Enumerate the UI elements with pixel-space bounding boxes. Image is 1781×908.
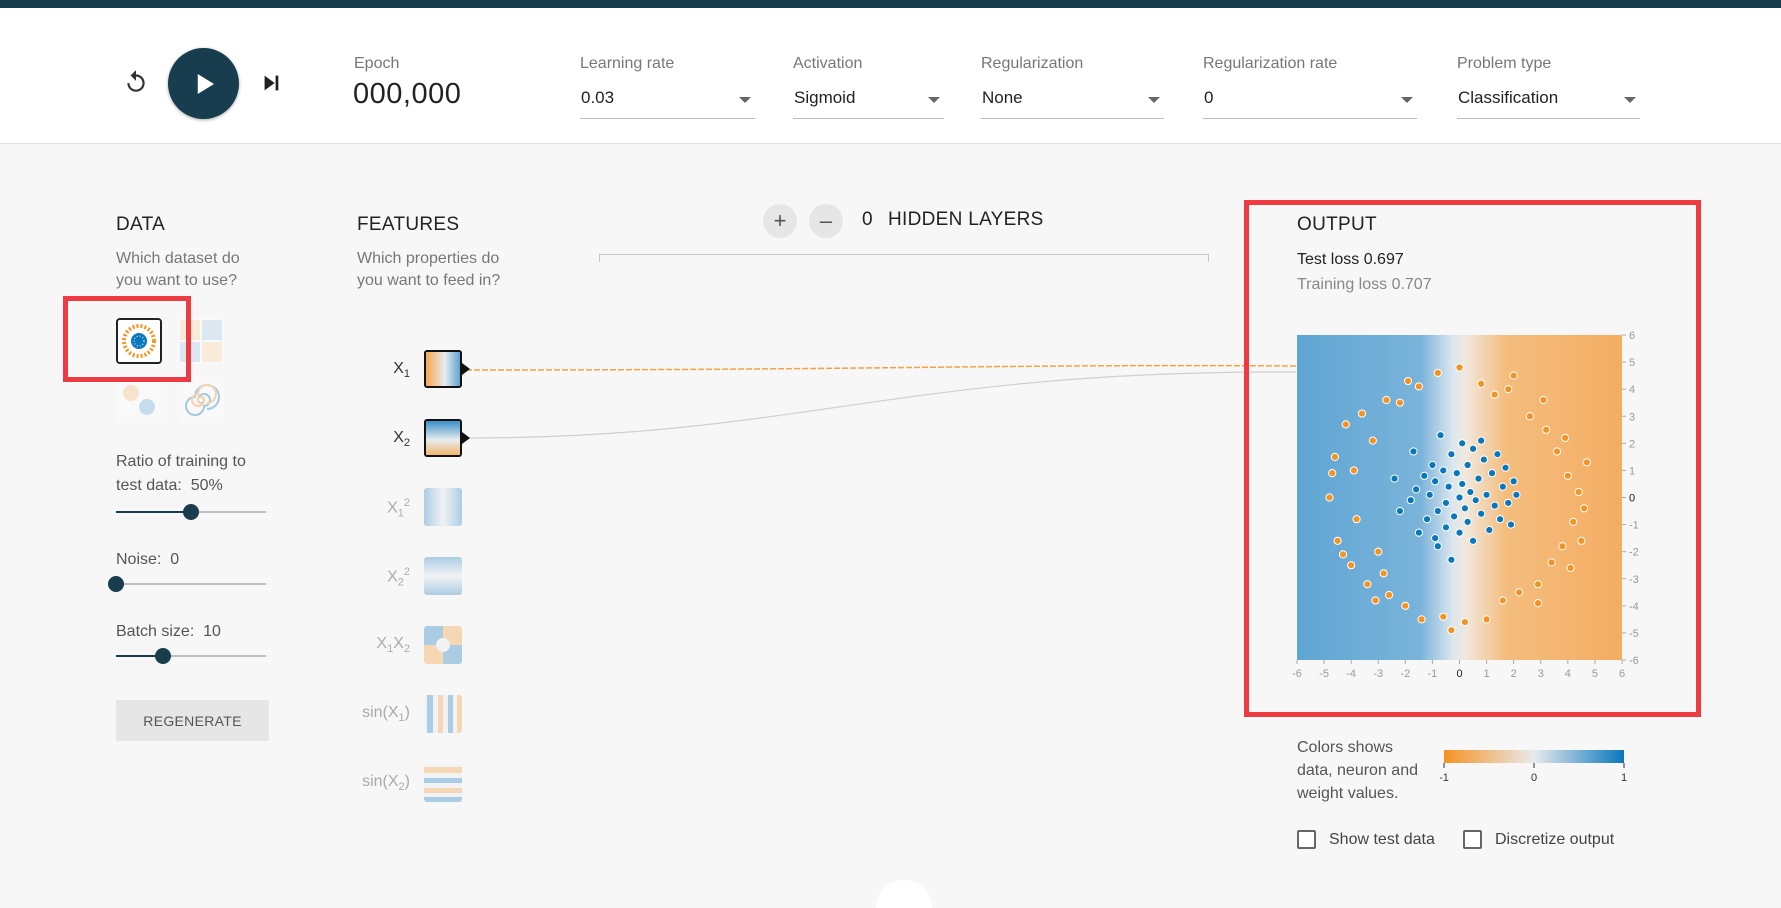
feature-label-x2-squared: X22 [387,566,410,589]
feature-arrow-x2-icon [462,432,470,444]
legend-tick-mid: 0 [1531,772,1537,784]
feature-arrow-x1-icon [462,363,470,375]
feature-label-x1: X1 [393,360,410,381]
discretize-output-checkbox[interactable]: Discretize output [1463,830,1614,849]
feature-tile-x2[interactable] [424,419,462,457]
feature-tile-sin-x2[interactable] [424,764,462,802]
feature-label-x1-squared: X12 [387,497,410,520]
add-layer-button[interactable]: + [763,204,797,238]
legend-tick-min: -1 [1440,772,1449,784]
legend-tick-max: 1 [1621,772,1627,784]
legend-text: Colors shows data, neuron and weight val… [1297,739,1418,802]
color-legend: -1 0 1 [1440,750,1627,784]
feature-tile-x2-squared[interactable] [424,557,462,595]
feature-label-sin-x1: sin(X1) [362,704,410,725]
show-test-data-checkbox[interactable]: Show test data [1297,830,1435,849]
feature-label-sin-x2: sin(X2) [362,773,410,794]
checkbox-discretize-output[interactable] [1463,830,1482,849]
highlight-box-output [1244,200,1701,717]
hidden-layer-count: 0 [862,209,873,230]
feature-tile-x1[interactable] [424,350,462,388]
hidden-layers-title: HIDDEN LAYERS [888,209,1044,230]
feature-tile-sin-x1[interactable] [424,695,462,733]
show-test-data-label: Show test data [1329,830,1435,848]
feature-label-x2: X2 [393,429,410,450]
discretize-output-label: Discretize output [1495,830,1615,848]
remove-layer-button[interactable]: – [809,204,843,238]
checkbox-show-test-data[interactable] [1297,830,1316,849]
feature-tile-x1x2[interactable] [424,626,462,664]
feature-label-x1x2: X1X2 [376,635,410,656]
feature-tile-x1-squared[interactable] [424,488,462,526]
hidden-layers-bracket [599,254,1209,262]
